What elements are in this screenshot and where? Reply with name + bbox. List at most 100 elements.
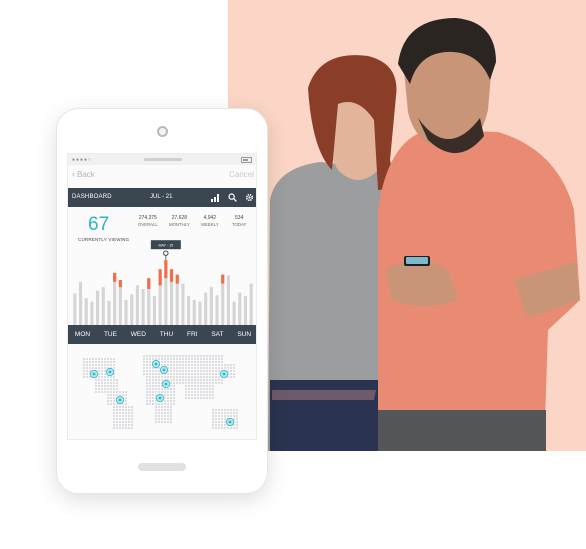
map-dot [173,382,175,384]
map-dot [197,388,199,390]
cancel-button[interactable]: Cancel [229,170,254,179]
day-label[interactable]: MON [75,331,90,338]
map-dot [212,376,214,378]
map-dot [197,376,199,378]
map-dot [110,397,112,399]
map-dot [149,403,151,405]
map-dot [149,373,151,375]
map-dot [164,400,166,402]
map-dot [119,394,121,396]
map-dot [149,367,151,369]
map-dot [146,355,148,357]
day-label[interactable]: FRI [187,331,197,338]
map-dot [188,385,190,387]
map-dot [221,421,223,423]
tooltip-marker[interactable] [163,250,169,256]
map-dot [203,376,205,378]
map-dot [152,355,154,357]
map-dot [227,409,229,411]
map-dot [113,361,115,363]
day-label[interactable]: THU [160,331,173,338]
map-dot [164,406,166,408]
map-dot [161,388,163,390]
map-dot [224,421,226,423]
map-dot [191,370,193,372]
map-dot [128,418,130,420]
map-dot [203,382,205,384]
map-dot [209,364,211,366]
map-dot [113,397,115,399]
map-dot [95,385,97,387]
map-dot [164,415,166,417]
day-label[interactable]: WED [131,331,146,338]
map-dot [185,358,187,360]
dashboard-title: DASHBOARD [72,194,112,200]
map-dot [209,385,211,387]
map-dot [179,361,181,363]
chart-bar [90,301,94,325]
chart-bar-highlight [221,274,225,284]
map-dot [200,358,202,360]
map-dot [209,397,211,399]
map-dot [191,382,193,384]
map-dot [170,376,172,378]
date-label[interactable]: JUL - 21 [150,194,172,200]
map-dot [146,361,148,363]
gear-icon[interactable] [245,193,254,202]
map-dot [230,412,232,414]
map-dot [176,370,178,372]
day-label[interactable]: SAT [211,331,223,338]
bar-chart-icon[interactable] [211,193,220,202]
map-dot [161,415,163,417]
map-dot [149,400,151,402]
back-button[interactable]: ‹ Back [72,169,95,179]
map-dot [200,379,202,381]
map-dot [113,379,115,381]
map-dot [164,418,166,420]
map-dot [161,412,163,414]
map-dot [167,415,169,417]
map-dot [200,376,202,378]
map-dot [158,379,160,381]
map-dot [152,391,154,393]
map-dot [179,379,181,381]
map-dot [122,406,124,408]
map-dot [212,394,214,396]
map-dot [107,379,109,381]
stat-label: OVERALL [138,222,158,227]
map-dot [197,367,199,369]
map-dot [173,376,175,378]
map-dot [176,376,178,378]
map-dot [155,379,157,381]
map-dot [197,364,199,366]
day-label[interactable]: TUE [104,331,117,338]
map-dot [161,376,163,378]
map-dot [161,403,163,405]
map-dot [179,370,181,372]
map-dot [104,364,106,366]
map-dot [125,427,127,429]
map-dot [170,403,172,405]
chart-bar-highlight [164,260,168,279]
views-bar-chart: MAY - 15 [73,240,253,325]
search-icon[interactable] [228,193,237,202]
map-dot [233,415,235,417]
map-dot [113,421,115,423]
map-dot [155,382,157,384]
map-dot [179,376,181,378]
map-dot [101,376,103,378]
day-label[interactable]: SUN [237,331,251,338]
map-dot [212,397,214,399]
map-dot [224,427,226,429]
map-dot [218,409,220,411]
map-dot [98,367,100,369]
map-dot [131,418,133,420]
map-dot [113,412,115,414]
chart-bar [152,296,157,325]
map-dot [122,415,124,417]
map-dot [167,394,169,396]
map-dot [215,373,217,375]
map-dot [215,421,217,423]
map-dot [209,382,211,384]
map-dot [194,379,196,381]
